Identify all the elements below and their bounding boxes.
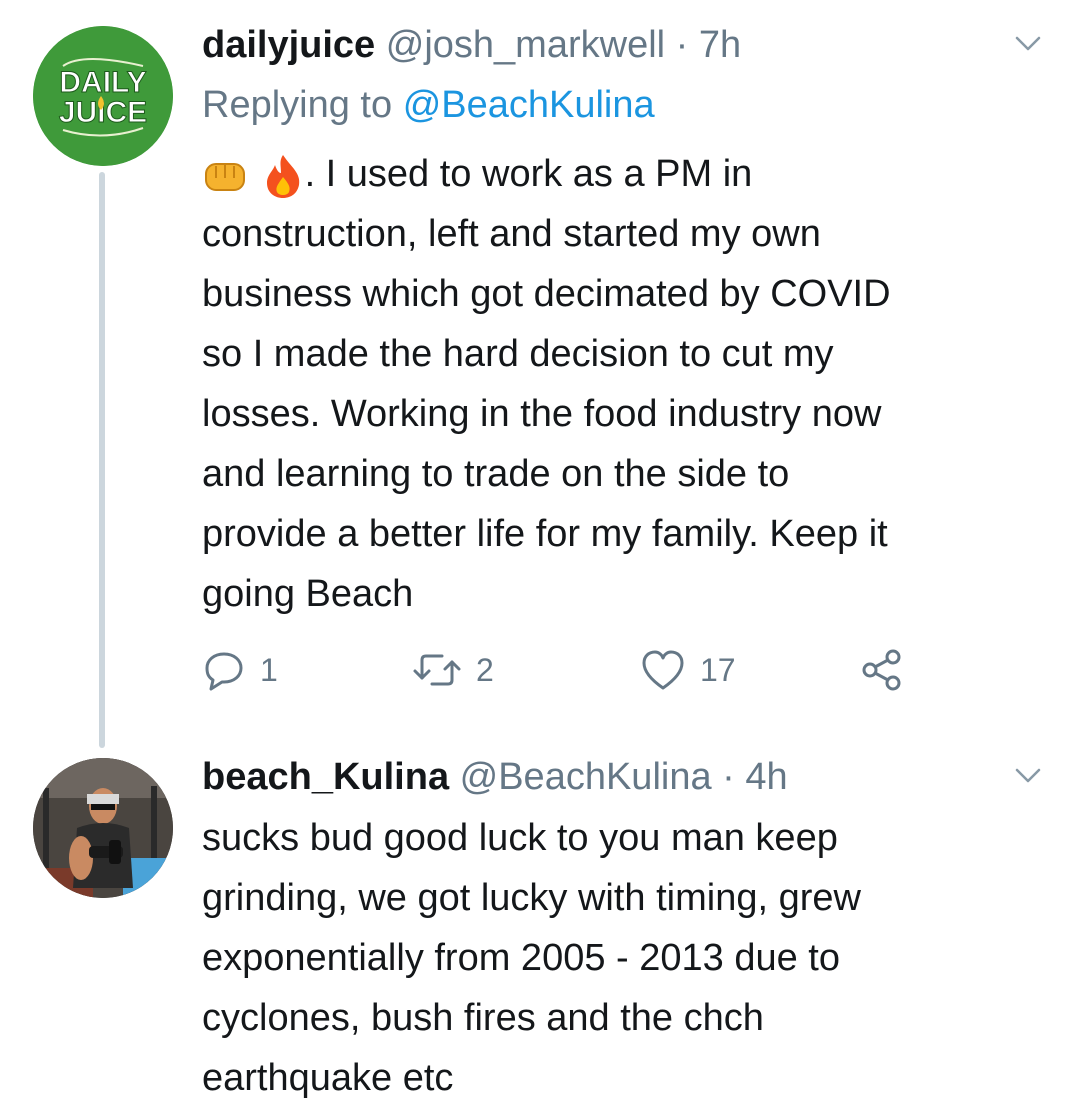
reply-count: 1 [260,651,278,688]
tweet-line: so I made the hard decision to cut my [202,333,834,375]
tweet-line: exponentially from 2005 - 2013 due to [202,937,840,979]
tweet-header: beach_Kulina @BeachKulina · 4h [202,754,788,800]
heart-icon [642,650,684,690]
user-photo [33,758,173,898]
tweet-header: dailyjuice @josh_markwell · 7h [202,22,741,68]
tweet-line: going Beach [202,573,414,615]
time-separator: · [675,24,689,66]
time-separator: · [722,756,735,798]
tweet-line: construction, left and started my own [202,213,821,255]
display-name[interactable]: beach_Kulina [202,756,449,798]
fire-emoji-icon [266,154,299,198]
tweet-line: business which got decimated by COVID [202,273,891,315]
logo-text-daily: DAILY [59,66,146,99]
tweet-2[interactable]: beach_Kulina @BeachKulina · 4h sucks bud… [0,750,1080,1114]
user-handle[interactable]: @josh_markwell [386,24,665,66]
thread-line [99,172,105,748]
chevron-down-icon[interactable] [1011,26,1045,60]
tweet-line-text: . I used to work as a PM in [304,153,753,195]
tweet-actions: 1 2 17 [202,645,922,695]
tweet-line: cyclones, bush fires and the chch [202,997,764,1039]
dailyjuice-logo: DAILY JUICE [33,26,173,166]
reply-icon [205,652,243,691]
user-handle[interactable]: @BeachKulina [460,756,712,798]
replying-prefix: Replying to [202,84,393,126]
tweet-line: earthquake etc [202,1057,454,1099]
retweet-count: 2 [476,651,494,688]
tweet-line: losses. Working in the food industry now [202,393,882,435]
tweet-text: . I used to work as a PM in construction… [202,144,1052,624]
share-button[interactable] [860,645,904,695]
avatar-beach-kulina[interactable] [33,758,173,898]
timestamp[interactable]: 4h [745,756,787,798]
like-count: 17 [700,651,736,688]
tweet-line: sucks bud good luck to you man keep [202,817,838,859]
retweet-icon [413,654,461,686]
share-icon [862,649,901,691]
like-button[interactable]: 17 [640,645,736,695]
tweet-line: provide a better life for my family. Kee… [202,513,888,555]
replying-to: Replying to @BeachKulina [202,82,655,128]
fist-emoji-icon [205,162,245,191]
reply-button[interactable]: 1 [202,645,278,695]
tweet-1[interactable]: DAILY JUICE dailyjuice @josh_markwell · … [0,0,1080,750]
replying-mention[interactable]: @BeachKulina [403,84,655,126]
avatar-dailyjuice[interactable]: DAILY JUICE [33,26,173,166]
timestamp[interactable]: 7h [699,24,741,66]
tweet-line: . I used to work as a PM in [202,144,1052,204]
tweet-text: sucks bud good luck to you man keep grin… [202,808,1052,1108]
display-name[interactable]: dailyjuice [202,24,375,66]
chevron-down-icon[interactable] [1011,758,1045,792]
tweet-line: grinding, we got lucky with timing, grew [202,877,861,919]
tweet-line: and learning to trade on the side to [202,453,790,495]
retweet-button[interactable]: 2 [412,645,494,695]
